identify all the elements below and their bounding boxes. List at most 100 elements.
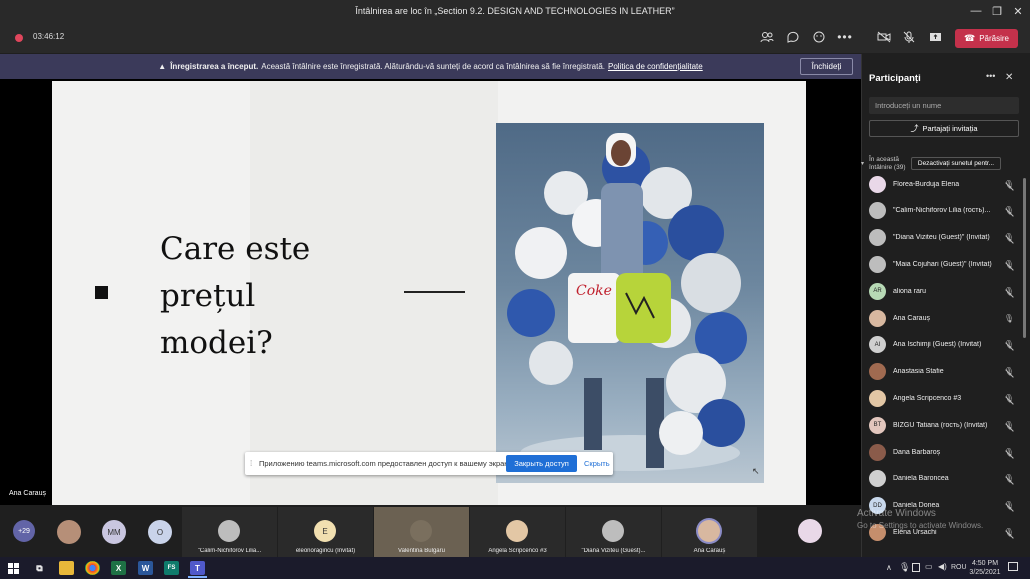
panel-scrollbar[interactable] [1023,178,1026,338]
more-options-icon[interactable]: ••• [836,29,854,45]
participant-row[interactable]: "Maia Cojuhari (Guest)" (Invitat) 🎙 [866,251,1016,277]
close-banner-button[interactable]: Închideți [800,58,853,75]
participant-row[interactable]: "Diana Viziteu (Guest)" (Invitat) 🎙 [866,225,1016,251]
word-icon[interactable]: W [138,561,153,575]
hide-notice-link[interactable]: Скрыть [584,459,610,468]
notification-center-icon[interactable] [1008,562,1018,571]
video-tile[interactable]: Angela Scripcenco #3 [470,507,565,557]
share-notice-text: Приложению teams.microsoft.com предостав… [259,459,514,468]
clock-time: 4:50 PM [971,560,999,567]
video-tile-label: "Calim-Nichiforov Lilia... [197,548,262,554]
reactions-icon[interactable] [810,29,828,45]
mic-muted-icon[interactable]: 🎙 [1002,501,1016,510]
panel-title: Participanți [869,73,921,84]
video-tile[interactable]: Valentina Bulgaru [374,507,469,557]
leave-button[interactable]: ☎ Părăsire [955,29,1018,48]
participant-row[interactable]: Dana Barbaroș 🎙 [866,439,1016,465]
participant-row[interactable]: "Calim-Nichiforov Lilia (гость)... 🎙 [866,198,1016,224]
participant-avatar [869,175,886,193]
recording-dot-icon [15,34,23,42]
mic-off-icon[interactable] [900,29,918,45]
share-invite-button[interactable]: ⤴ Partajați invitația [869,120,1019,137]
file-explorer-icon[interactable] [59,561,74,575]
tray-volume-icon[interactable]: ◀) [938,562,947,571]
mic-muted-icon[interactable]: 🎙 [1002,474,1016,483]
participant-avatar [57,520,81,544]
participant-avatar [869,470,886,488]
banner-strong-text: Înregistrarea a început. [170,62,259,71]
participant-name: "Calim-Nichiforov Lilia (гость)... [893,207,991,215]
participant-row[interactable]: AR aliona raru 🎙 [866,278,1016,304]
fashion-photo: Coke [496,123,764,483]
windows-start-icon[interactable] [6,561,21,575]
slide-title-line: Care este [160,231,311,267]
slide-title-line: prețul [160,278,256,314]
collapse-chevron-icon[interactable]: ▾ [861,160,864,167]
video-tile[interactable]: "Calim-Nichiforov Lilia... [182,507,277,557]
mic-muted-icon[interactable]: 🎙 [1002,448,1016,457]
camera-off-icon[interactable] [875,29,893,45]
meeting-timer: 03:46:12 [33,32,65,41]
tray-language[interactable]: ROU [951,564,967,571]
slide-bullet-square [95,286,108,299]
participant-row[interactable]: Daniela Baroncea 🎙 [866,466,1016,492]
mic-muted-icon[interactable]: 🎙 [1002,528,1016,537]
mic-muted-icon[interactable]: 🎙 [1002,340,1016,349]
mic-muted-icon[interactable]: 🎙 [1002,367,1016,376]
video-tile[interactable]: Eeleonoragincu (Invitat) [278,507,373,557]
mic-muted-icon[interactable]: 🎙 [1002,394,1016,403]
overflow-count-badge[interactable]: +29 [13,520,35,542]
mic-muted-icon[interactable]: 🎙 [1002,233,1016,242]
stage-speaker-name: Ana Carauș [9,490,46,497]
privacy-policy-link[interactable]: Politica de confidențialitate [608,62,703,71]
task-view-icon[interactable]: ⧉ [32,561,47,575]
close-window-button[interactable]: ✕ [1004,0,1030,22]
participant-avatar[interactable]: MM [102,520,126,544]
close-panel-icon[interactable]: ✕ [1005,72,1013,83]
participant-row[interactable]: Angela Scripcenco #3 🎙 [866,385,1016,411]
excel-icon[interactable]: X [111,561,126,575]
video-tile[interactable]: Ana Carauș [662,507,757,557]
participant-avatar [869,389,886,407]
video-tile-label: "Diana Viziteu (Guest)... [581,548,646,554]
mic-muted-icon[interactable]: 🎙 [1002,260,1016,269]
participant-avatar [698,520,720,542]
tray-network-icon[interactable]: ▭ [925,562,933,571]
drag-handle-icon[interactable]: ⁞ [250,459,252,468]
mic-muted-icon[interactable]: 🎙 [1002,206,1016,215]
slide-divider-line [404,291,465,293]
participant-row[interactable]: Florea-Burduja Elena 🎙 [866,171,1016,197]
chrome-icon[interactable] [85,561,100,575]
participant-avatar[interactable]: O [148,520,172,544]
mic-muted-icon[interactable]: 🎙 [1002,180,1016,189]
tray-clock[interactable]: 4:50 PM 3/25/2021 [969,559,1001,577]
windows-taskbar [0,557,1030,579]
mic-muted-icon[interactable]: 🎙 [1002,421,1016,430]
slide-title-line: modei? [160,325,273,361]
participant-avatar [506,520,528,542]
participant-row[interactable]: Anastasia Stafie 🎙 [866,359,1016,385]
participant-search-input[interactable]: Introduceți un nume [869,97,1019,114]
mute-all-button[interactable]: Dezactivați sunetul pentr... [911,157,1001,170]
fs-app-icon[interactable]: FS [164,561,179,575]
activate-windows-watermark: Activate Windows [857,508,936,519]
banner-text: Această întâlnire este înregistrată. Ală… [261,62,605,71]
panel-more-icon[interactable]: ••• [986,71,995,81]
tray-mic-icon[interactable]: 🎙 [899,562,910,573]
participant-row[interactable]: Ana Carauș 🎙 [866,305,1016,331]
tray-chevron-icon[interactable]: ∧ [886,563,892,572]
window-titlebar: Întâlnirea are loc în „Section 9.2. DESI… [0,0,1030,22]
video-tile[interactable]: "Diana Viziteu (Guest)... [566,507,661,557]
chat-icon[interactable] [784,29,802,45]
participant-avatar [869,363,886,381]
participant-row[interactable]: BT BÎZGU Tatiana (гость) (Invitat) 🎙 [866,412,1016,438]
participant-row[interactable]: AI Ana Ischimji (Guest) (Invitat) 🎙 [866,332,1016,358]
participant-name: aliona raru [893,287,927,295]
stop-sharing-button[interactable]: Закрыть доступ [506,455,577,472]
tray-battery-icon[interactable] [912,563,920,572]
teams-icon[interactable]: T [190,561,205,575]
participants-icon[interactable] [758,29,776,45]
share-screen-icon[interactable] [926,29,944,45]
mic-on-icon[interactable]: 🎙 [1002,314,1016,323]
mic-muted-icon[interactable]: 🎙 [1002,287,1016,296]
